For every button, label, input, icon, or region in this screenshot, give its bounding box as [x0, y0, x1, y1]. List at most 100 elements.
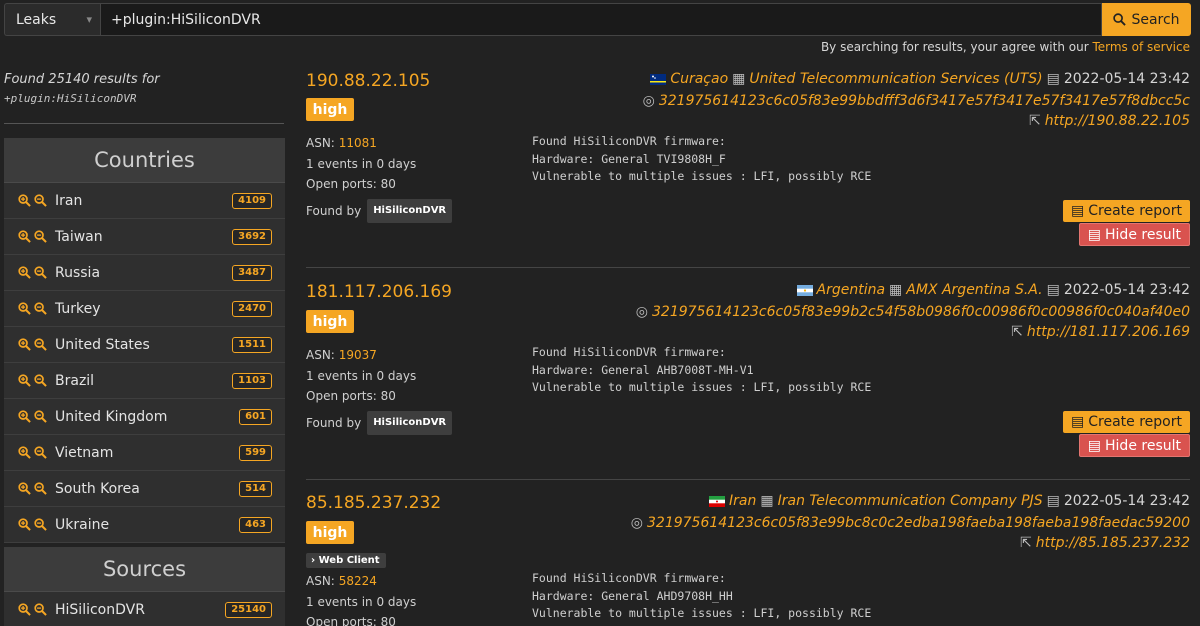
countries-facet-item[interactable]: South Korea 514 [4, 471, 285, 507]
url-link[interactable]: http://181.117.206.169 [1027, 324, 1190, 340]
facet-count-badge: 463 [239, 517, 272, 533]
zoom-in-icon[interactable] [18, 338, 31, 351]
curacao-flag-icon [650, 73, 667, 85]
country-link[interactable]: Argentina [817, 282, 886, 298]
org-link[interactable]: AMX Argentina S.A. [906, 282, 1042, 298]
asn-link[interactable]: 19037 [339, 348, 377, 362]
zoom-in-icon[interactable] [18, 266, 31, 279]
result-date: 2022-05-14 23:42 [1063, 282, 1190, 298]
countries-facet-item[interactable]: Taiwan 3692 [4, 219, 285, 255]
countries-facet-item[interactable]: United Kingdom 601 [4, 399, 285, 435]
terms-notice: By searching for results, your agree wit… [821, 40, 1190, 54]
terms-link[interactable]: Terms of service [1092, 40, 1190, 54]
facet-count-badge: 3692 [232, 229, 272, 245]
asn-label: ASN: [306, 136, 335, 150]
plugin-tag[interactable]: HiSiliconDVR [367, 410, 453, 435]
zoom-out-icon[interactable] [34, 603, 47, 616]
hide-result-button[interactable]: ▤ Hide result [1078, 434, 1190, 457]
chevron-right-icon: › [311, 555, 316, 566]
countries-facet-item[interactable]: Iran 4109 [4, 183, 285, 219]
create-report-button[interactable]: ▤ Create report [1063, 411, 1190, 433]
url-link[interactable]: http://190.88.22.105 [1045, 113, 1190, 129]
countries-facet-item[interactable]: Turkey 2470 [4, 291, 285, 327]
events-text: 1 events in 0 days [306, 368, 417, 383]
result-separator [306, 479, 1190, 480]
zoom-out-icon[interactable] [34, 410, 47, 423]
result-ip[interactable]: 190.88.22.105 [306, 71, 430, 91]
countries-facet-item[interactable]: Vietnam 599 [4, 435, 285, 471]
countries-facet-item[interactable]: Ukraine 463 [4, 507, 285, 543]
hide-result-label: Hide result [1105, 437, 1181, 454]
zoom-out-icon[interactable] [34, 194, 47, 207]
zoom-out-icon[interactable] [34, 230, 47, 243]
hide-result-button[interactable]: ▤ Hide result [1078, 223, 1190, 246]
facet-label: United Kingdom [55, 408, 168, 425]
zoom-out-icon[interactable] [34, 374, 47, 387]
zoom-in-icon[interactable] [18, 518, 31, 531]
desc-line: Hardware: General AHD9708H_HH [532, 588, 733, 603]
countries-facet-item[interactable]: Russia 3487 [4, 255, 285, 291]
zoom-in-icon[interactable] [18, 374, 31, 387]
plugin-tag[interactable]: HiSiliconDVR [367, 198, 453, 223]
search-bar: Leaks ▾ Search [4, 3, 1191, 36]
search-button[interactable]: Search [1102, 3, 1191, 36]
facet-count-badge: 2470 [232, 301, 272, 317]
facet-count-badge: 1511 [232, 337, 272, 353]
zoom-out-icon[interactable] [34, 446, 47, 459]
hide-result-label: Hide result [1105, 226, 1181, 243]
facet-label: HiSiliconDVR [55, 601, 145, 618]
external-link-icon: ⇱ [1020, 535, 1032, 551]
zoom-out-icon[interactable] [34, 338, 47, 351]
zoom-in-icon[interactable] [18, 230, 31, 243]
building-icon: ▦ [889, 282, 903, 298]
zoom-in-icon[interactable] [18, 482, 31, 495]
hash-link[interactable]: 321975614123c6c05f83e99bc8c0c2edba198fae… [647, 515, 1190, 531]
facet-label: Turkey [55, 300, 101, 317]
category-select[interactable]: Leaks ▾ [4, 3, 100, 36]
facet-label: Vietnam [55, 444, 114, 461]
web-client-tag[interactable]: › Web Client [306, 553, 386, 568]
severity-badge: high [306, 310, 354, 333]
url-link[interactable]: http://85.185.237.232 [1036, 535, 1190, 551]
zoom-in-icon[interactable] [18, 194, 31, 207]
country-link[interactable]: Curaçao [670, 71, 728, 87]
sources-title: Sources [4, 547, 285, 592]
zoom-in-icon[interactable] [18, 302, 31, 315]
result-meta: ASN: 11081 1 events in 0 days Open ports… [306, 133, 453, 223]
ports-text: Open ports: 80 [306, 389, 396, 403]
facet-count-badge: 601 [239, 409, 272, 425]
divider [4, 123, 284, 124]
org-link[interactable]: United Telecommunication Services (UTS) [749, 71, 1042, 87]
zoom-out-icon[interactable] [34, 302, 47, 315]
result-card: 181.117.206.169 high ASN: 19037 1 events… [306, 282, 1190, 472]
terms-text: By searching for results, your agree wit… [820, 40, 1089, 54]
search-button-label: Search [1131, 11, 1180, 28]
country-link[interactable]: Iran [729, 493, 756, 509]
create-report-button[interactable]: ▤ Create report [1063, 200, 1190, 222]
zoom-out-icon[interactable] [34, 518, 47, 531]
countries-facet-item[interactable]: Brazil 1103 [4, 363, 285, 399]
file-icon: ▤ [1087, 226, 1102, 243]
countries-facet-item[interactable]: United States 1511 [4, 327, 285, 363]
zoom-in-icon[interactable] [18, 410, 31, 423]
asn-link[interactable]: 58224 [339, 574, 377, 588]
sources-facet-item[interactable]: HiSiliconDVR 25140 [4, 592, 285, 626]
result-ip[interactable]: 85.185.237.232 [306, 493, 441, 513]
asn-link[interactable]: 11081 [339, 136, 377, 150]
search-input[interactable] [100, 3, 1102, 36]
result-ip[interactable]: 181.117.206.169 [306, 282, 452, 302]
org-link[interactable]: Iran Telecommunication Company PJS [778, 493, 1043, 509]
zoom-out-icon[interactable] [34, 266, 47, 279]
hash-link[interactable]: 321975614123c6c05f83e99bbdfff3d6f3417e57… [659, 93, 1190, 109]
severity-badge: high [306, 98, 354, 121]
zoom-in-icon[interactable] [18, 603, 31, 616]
facet-label: Ukraine [55, 516, 110, 533]
calendar-icon: ▤ [1046, 282, 1060, 298]
countries-panel: Countries Iran 4109 Taiwan 3692 Russia 3487 Tu… [4, 138, 285, 543]
events-text: 1 events in 0 days [306, 594, 417, 609]
hash-link[interactable]: 321975614123c6c05f83e99b2c54f58b0986f0c0… [652, 304, 1190, 320]
zoom-out-icon[interactable] [34, 482, 47, 495]
found-by-label: Found by [306, 415, 362, 430]
facet-label: United States [55, 336, 150, 353]
zoom-in-icon[interactable] [18, 446, 31, 459]
